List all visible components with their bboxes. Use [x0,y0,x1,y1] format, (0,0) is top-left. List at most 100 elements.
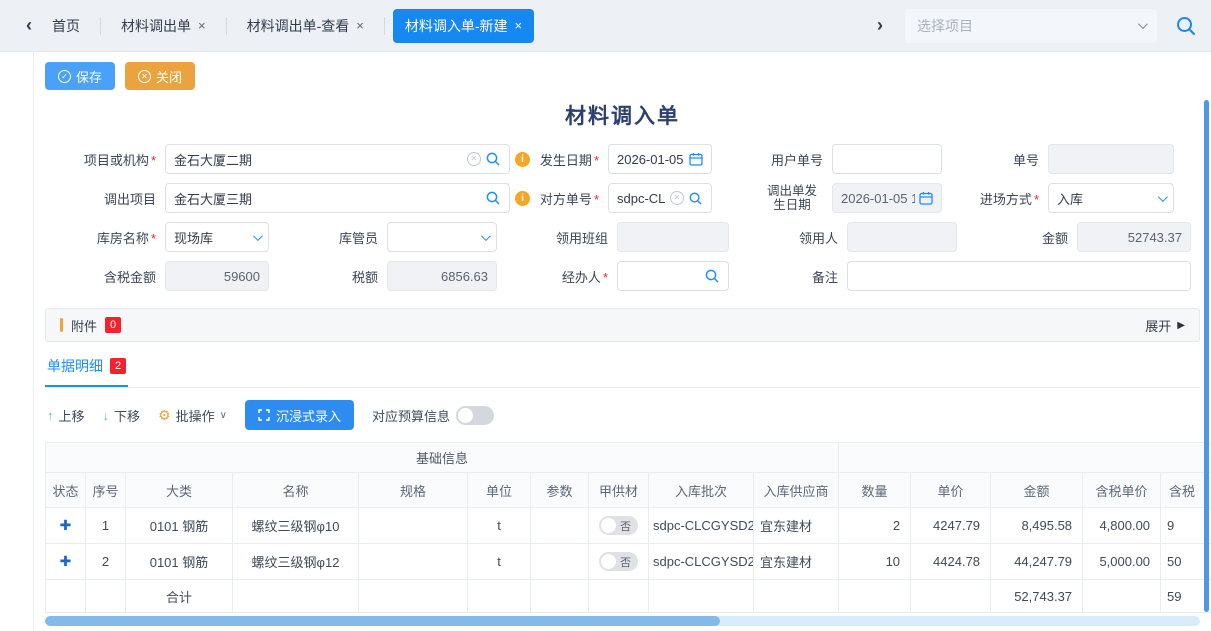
user-doc-no-field[interactable] [832,144,942,174]
horizontal-scrollbar[interactable] [45,616,1200,626]
save-button-label: 保存 [76,67,102,86]
col-inbound-batch: 入库批次 [649,473,754,508]
add-row-icon[interactable]: ✚ [60,517,72,533]
entry-method-select[interactable]: 入库 [1048,183,1174,213]
detail-table: 基础信息 状态 序号 大类 名称 规格 单位 参数 甲供材 入库批次 入库供应商… [45,442,1211,613]
move-up-button[interactable]: ↑ 上移 [47,406,85,425]
field-label: 项目或机构* [45,150,165,169]
warehouse-name-select[interactable]: 现场库 [165,222,269,252]
col-seq: 序号 [86,473,126,508]
occur-date-field[interactable]: 2026-01-05 [608,144,712,174]
gear-icon: ⚙ [158,407,171,424]
owner-supplied-toggle[interactable]: 否 [599,516,638,535]
tab-home[interactable]: 首页 [40,9,92,43]
tab-separator [226,17,227,35]
field-label: 库房名称* [45,228,165,247]
row-category: 0101 钢筋 [126,544,233,580]
field-label: 含税金额 [45,267,165,286]
search-icon[interactable] [688,191,703,206]
tab-separator [100,17,101,35]
tab-material-transfer-out[interactable]: 材料调出单 × [109,9,218,43]
amount-field: 52743.37 [1077,222,1191,252]
move-down-button[interactable]: ↓ 下移 [103,406,141,425]
project-org-field[interactable]: 金石大厦二期 ✕ [165,144,510,174]
field-label: 调出单发生日期 [712,184,832,213]
handler-field[interactable] [617,261,729,291]
row-add-cell: ✚ [46,544,86,580]
budget-info-control: 对应预算信息 [372,406,494,425]
batch-ops-dropdown[interactable]: ⚙ 批操作 ∨ [158,406,227,425]
move-up-label: 上移 [59,406,85,425]
info-icon[interactable]: i [515,152,530,167]
vertical-scrollbar-thumb[interactable] [1204,100,1209,612]
toggle-knob [458,408,473,423]
row-name: 螺纹三级钢φ12 [233,544,359,580]
tab-detail-lines[interactable]: 单据明细 2 [45,356,128,387]
immersive-entry-button[interactable]: 沉浸式录入 [245,400,354,430]
requisition-person-field [847,222,957,252]
warehouse-keeper-select[interactable] [387,222,497,252]
total-cell [1083,580,1161,613]
col-category: 大类 [126,473,233,508]
close-button[interactable]: ✕ 关闭 [125,62,195,90]
field-label: 领用班组 [497,228,617,247]
counterpart-doc-no-field[interactable]: sdpc-CLDC ✕ [608,183,712,213]
row-param [531,508,589,544]
budget-info-toggle[interactable] [456,406,494,425]
tax-amount-field: 6856.63 [387,261,497,291]
attachment-bar: 附件 0 展开 ▶ [45,308,1200,342]
out-doc-occur-date-field: 2026-01-05 14 [832,183,942,213]
row-tax-price: 5,000.00 [1083,544,1161,580]
total-cell [46,580,86,613]
owner-supplied-toggle[interactable]: 否 [599,552,638,571]
material-transfer-in-page: ‹ 首页 材料调出单 × 材料调出单-查看 × 材料调入单-新建 × › 选择项… [0,0,1211,631]
row-batch-link[interactable]: sdpc-CLCGYSD2026010 [649,544,754,580]
row-add-cell: ✚ [46,508,86,544]
add-row-icon[interactable]: ✚ [60,553,72,569]
horizontal-scrollbar-thumb[interactable] [45,616,720,626]
search-icon[interactable] [485,151,501,167]
remark-field[interactable] [847,261,1191,291]
required-mark: * [151,153,156,168]
col-qty: 数量 [839,473,911,508]
clear-icon[interactable]: ✕ [670,191,684,205]
required-mark: * [594,153,599,168]
project-select-placeholder: 选择项目 [917,16,1138,36]
project-select[interactable]: 选择项目 [905,9,1157,43]
close-tab-icon[interactable]: × [356,18,364,33]
amount-value: 52743.37 [1086,230,1182,245]
row-spec [359,508,468,544]
toggle-knob [601,554,616,569]
header-form: 项目或机构* 金石大厦二期 ✕ i 发生日期* 2026-01-05 用户单号 … [45,144,1200,291]
field-label: 备注 [729,267,847,286]
orange-accent-bar [60,318,63,332]
expand-button[interactable]: 展开 ▶ [1145,316,1185,335]
info-icon[interactable]: i [515,191,530,206]
tab-material-transfer-out-view[interactable]: 材料调出单-查看 × [235,9,376,43]
detail-count-badge: 2 [110,358,126,374]
out-doc-occur-date-value: 2026-01-05 14 [841,191,915,206]
close-tab-icon[interactable]: × [515,18,523,33]
search-icon[interactable] [704,268,720,284]
row-batch-link[interactable]: sdpc-CLCGYSD2026010 [649,508,754,544]
total-label: 合计 [126,580,233,613]
clear-icon[interactable]: ✕ [467,152,481,166]
save-button[interactable]: ✓ 保存 [45,62,115,90]
row-price: 4424.78 [911,544,991,580]
transfer-out-project-field[interactable]: 金石大厦三期 [165,183,510,213]
tabs-scroll-left-icon[interactable]: ‹ [18,15,40,36]
field-label: 经办人* [497,267,617,286]
tabs-scroll-right-icon[interactable]: › [869,15,891,36]
row-qty: 2 [839,508,911,544]
tab-material-transfer-in-new[interactable]: 材料调入单-新建 × [393,9,534,43]
tax-included-amount-field: 59600 [165,261,269,291]
search-icon[interactable] [485,190,501,206]
counterpart-doc-no-value: sdpc-CLDC [617,191,666,206]
calendar-icon[interactable] [689,152,703,166]
global-search-icon[interactable] [1175,15,1197,37]
row-seq: 2 [86,544,126,580]
field-label: 领用人 [729,228,847,247]
field-label: 税额 [269,267,387,286]
total-cell [86,580,126,613]
close-tab-icon[interactable]: × [198,18,206,33]
